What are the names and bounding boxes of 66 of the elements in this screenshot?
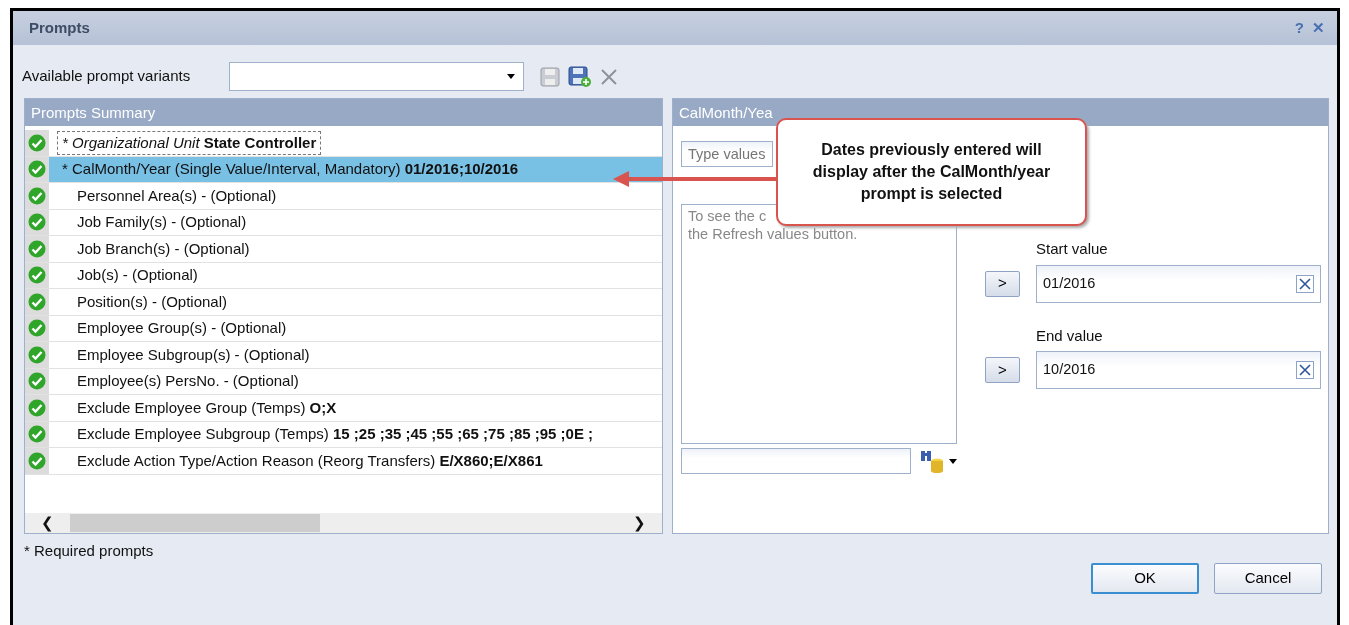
check-icon — [28, 319, 46, 338]
end-value-field[interactable]: 10/2016 — [1036, 351, 1321, 389]
caret-icon — [507, 74, 515, 79]
scrollbar-thumb[interactable] — [70, 514, 320, 532]
check-icon — [28, 213, 46, 232]
dialog-button[interactable]: Cancel — [1214, 562, 1322, 594]
add-button[interactable]: > — [985, 357, 1020, 383]
check-icon — [28, 451, 46, 470]
check-icon — [28, 160, 46, 179]
check-icon — [28, 133, 46, 152]
prompt-row[interactable]: Exclude Action Type/Action Reason (Reorg Transfers) E/X860;E/X861 — [25, 448, 662, 475]
prompt-row[interactable]: * Organizational Unit State Controller — [25, 130, 662, 157]
prompt-label: Employee Subgroup(s) - (Optional) — [76, 344, 311, 365]
check-icon — [28, 292, 46, 311]
scrollbar[interactable]: ❮ ❯ — [25, 513, 662, 533]
clear-icon[interactable] — [1296, 361, 1314, 379]
prompt-row[interactable]: Job(s) - (Optional) — [25, 262, 662, 289]
check-icon — [28, 186, 46, 205]
callout: Dates previously entered will display after the CalMonth/year prompt is selected — [776, 118, 1087, 226]
prompt-row[interactable]: Exclude Employee Group (Temps) O;X — [25, 395, 662, 422]
scroll-left-button[interactable]: ❮ — [25, 511, 70, 535]
prompt-label: * Organizational Unit State Controller — [57, 130, 322, 155]
prompt-label: Job(s) - (Optional) — [76, 265, 199, 286]
prompt-label: * CalMonth/Year (Single Value/Interval, Mandatory) 01/2016;10/2016 — [61, 159, 520, 180]
prompt-label: Job Branch(s) - (Optional) — [76, 238, 251, 259]
save-as-icon[interactable] — [568, 65, 592, 88]
prompt-row[interactable]: Employee(s) PersNo. - (Optional) — [25, 368, 662, 395]
prompt-row[interactable]: Exclude Employee Subgroup (Temps) 15 ;25 ;35 ;45 ;55 ;65 ;75 ;85 ;95 ;0E ; — [25, 421, 662, 448]
prompt-label: Exclude Action Type/Action Reason (Reorg Transfers) E/X860;E/X861 — [76, 450, 544, 471]
prompt-label: Employee Group(s) - (Optional) — [76, 318, 288, 339]
prompt-row[interactable]: Job Family(s) - (Optional) — [25, 209, 662, 236]
window-title: Prompts — [29, 17, 90, 38]
prompt-row[interactable]: Personnel Area(s) - (Optional) — [25, 183, 662, 210]
check-icon — [28, 345, 46, 364]
values-list[interactable]: To see the c the Refresh values button. — [681, 204, 957, 444]
start-value-field[interactable]: 01/2016 — [1036, 264, 1321, 303]
prompt-row[interactable]: Employee Subgroup(s) - (Optional) — [25, 342, 662, 369]
prompt-row[interactable]: Employee Group(s) - (Optional) — [25, 315, 662, 342]
clear-icon[interactable] — [1296, 274, 1314, 293]
input-field[interactable] — [681, 448, 911, 474]
check-icon — [28, 239, 46, 258]
field-label: Start value — [1036, 239, 1109, 259]
prompt-label: Exclude Employee Subgroup (Temps) 15 ;25 ;35 ;45 ;55 ;65 ;75 ;85 ;95 ;0E ; — [76, 424, 595, 445]
caret-icon[interactable] — [949, 458, 957, 464]
check-icon — [28, 425, 46, 444]
add-button[interactable]: > — [985, 270, 1020, 297]
dialog-button[interactable]: OK — [1091, 562, 1199, 594]
check-icon — [28, 266, 46, 285]
delete-icon[interactable] — [600, 67, 618, 86]
panel-header: Prompts Summary — [25, 99, 662, 126]
prompt-label: Job Family(s) - (Optional) — [76, 212, 248, 233]
prompt-row[interactable]: Job Branch(s) - (Optional) — [25, 236, 662, 263]
prompt-row[interactable]: * CalMonth/Year (Single Value/Interval, Mandatory) 01/2016;10/2016 — [25, 156, 662, 183]
prompt-row[interactable]: Position(s) - (Optional) — [25, 289, 662, 316]
check-icon — [28, 398, 46, 417]
footnote: * Required prompts — [23, 541, 155, 561]
prompt-label: Position(s) - (Optional) — [76, 291, 229, 312]
prompt-label: Exclude Employee Group (Temps) O;X — [76, 397, 338, 418]
field-label: End value — [1036, 325, 1104, 346]
variants-label: Available prompt variants — [22, 66, 192, 87]
search-field[interactable]: Type values — [681, 141, 773, 167]
prompt-label: Personnel Area(s) - (Optional) — [76, 185, 278, 206]
prompt-label: Employee(s) PersNo. - (Optional) — [76, 371, 300, 392]
binoculars-database-icon[interactable] — [919, 449, 945, 473]
scroll-right-button[interactable]: ❯ — [617, 511, 662, 535]
check-icon — [28, 372, 46, 391]
